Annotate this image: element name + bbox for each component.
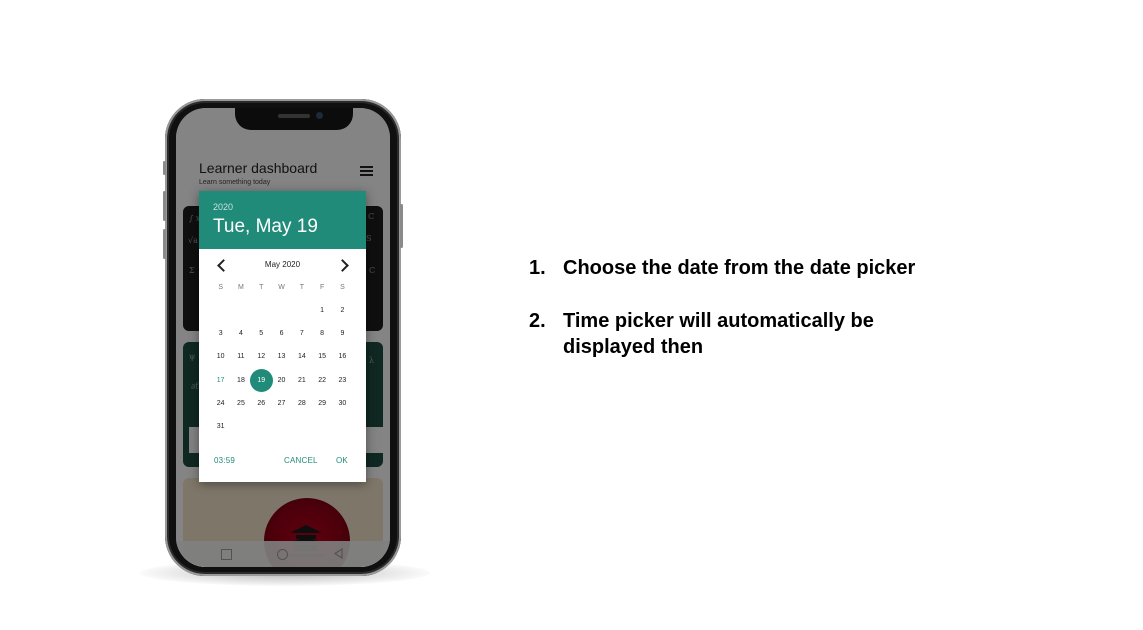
year-selector[interactable]: 2020	[213, 202, 233, 212]
day-cell[interactable]: 29	[312, 392, 332, 415]
day-cell[interactable]: 12	[251, 345, 271, 368]
calendar-week-row: 10 11 12 13 14 15 16	[199, 345, 366, 368]
day-cell[interactable]: 26	[251, 392, 271, 415]
empty-day-cell	[292, 415, 312, 438]
day-cell[interactable]: 1	[312, 299, 332, 322]
calendar-week-row: 17 18 19 20 21 22 23	[199, 368, 366, 392]
day-cell[interactable]: 17	[211, 369, 231, 392]
day-cell[interactable]: 25	[231, 392, 251, 415]
empty-day-cell	[271, 415, 291, 438]
day-cell[interactable]: 28	[292, 392, 312, 415]
day-cell[interactable]: 27	[271, 392, 291, 415]
volume-down-button	[163, 229, 166, 259]
step-number: 2.	[529, 310, 546, 332]
day-cell[interactable]: 20	[271, 369, 291, 392]
day-cell[interactable]: 18	[231, 369, 251, 392]
selected-date-display: Tue, May 19	[213, 216, 318, 237]
day-cell[interactable]: 7	[292, 322, 312, 345]
calendar-week-row: 12	[199, 299, 366, 322]
empty-day-cell	[211, 299, 231, 322]
weekday-label: W	[278, 284, 285, 291]
day-cell[interactable]: 3	[211, 322, 231, 345]
power-button	[400, 204, 403, 248]
instructions-list: 1. Choose the date from the date picker …	[529, 255, 929, 387]
empty-day-cell	[332, 415, 352, 438]
mute-switch	[163, 161, 166, 175]
day-cell[interactable]: 9	[332, 322, 352, 345]
day-cell[interactable]: 16	[332, 345, 352, 368]
date-picker-dialog: 2020 Tue, May 19 May 2020 SMTWTFS 123456…	[199, 191, 366, 482]
weekday-label: S	[340, 284, 345, 291]
calendar-grid: 1 2 3 4 5 6 7 8 9 10 11 12 13 14 15 16 17 18 19 20 21 22 23 24 2…	[199, 299, 366, 438]
volume-up-button	[163, 191, 166, 221]
notch	[235, 108, 353, 130]
instruction-step: 1. Choose the date from the date picker	[529, 255, 929, 281]
weekday-label: S	[218, 284, 223, 291]
calendar-week-row: 31	[199, 415, 366, 438]
day-cell[interactable]: 6	[271, 322, 291, 345]
speaker	[278, 114, 310, 118]
day-cell[interactable]: 2	[332, 299, 352, 322]
step-text: Choose the date from the date picker	[563, 257, 916, 279]
empty-day-cell	[251, 299, 271, 322]
day-cell[interactable]: 19	[249, 368, 274, 392]
day-cell[interactable]: 4	[231, 322, 251, 345]
day-cell[interactable]: 30	[332, 392, 352, 415]
day-cell[interactable]: 11	[231, 345, 251, 368]
empty-day-cell	[271, 299, 291, 322]
day-cell[interactable]: 5	[251, 322, 271, 345]
day-cell[interactable]: 14	[292, 345, 312, 368]
date-picker-header: 2020 Tue, May 19	[199, 191, 366, 249]
empty-day-cell	[312, 415, 332, 438]
day-cell[interactable]: 22	[312, 369, 332, 392]
day-cell[interactable]: 15	[312, 345, 332, 368]
calendar-week-row: 3456789	[199, 322, 366, 345]
cancel-button[interactable]: CANCEL	[284, 456, 318, 465]
month-navigation: May 2020	[199, 257, 366, 279]
day-cell[interactable]: 10	[211, 345, 231, 368]
instruction-step: 2. Time picker will automatically be dis…	[529, 308, 929, 360]
step-text: Time picker will automatically be displa…	[563, 310, 874, 358]
empty-day-cell	[231, 415, 251, 438]
day-cell[interactable]: 31	[211, 415, 231, 438]
empty-day-cell	[251, 415, 271, 438]
day-cell[interactable]: 13	[271, 345, 291, 368]
empty-day-cell	[292, 299, 312, 322]
day-cell[interactable]: 24	[211, 392, 231, 415]
date-picker-actions: 03:59 CANCEL OK	[199, 456, 366, 470]
weekday-label: T	[259, 284, 264, 291]
day-cell[interactable]: 8	[312, 322, 332, 345]
day-cell[interactable]: 21	[292, 369, 312, 392]
time-button[interactable]: 03:59	[214, 456, 235, 465]
calendar-week-row: 24 25 26 27 28 29 30	[199, 392, 366, 415]
front-camera	[316, 112, 323, 119]
ok-button[interactable]: OK	[336, 456, 348, 465]
weekday-label: T	[299, 284, 304, 291]
empty-day-cell	[231, 299, 251, 322]
step-number: 1.	[529, 257, 546, 279]
weekday-label: M	[238, 284, 244, 291]
weekday-label: F	[319, 284, 325, 291]
weekday-header: SMTWTFS	[199, 281, 366, 295]
day-cell[interactable]: 23	[332, 369, 352, 392]
